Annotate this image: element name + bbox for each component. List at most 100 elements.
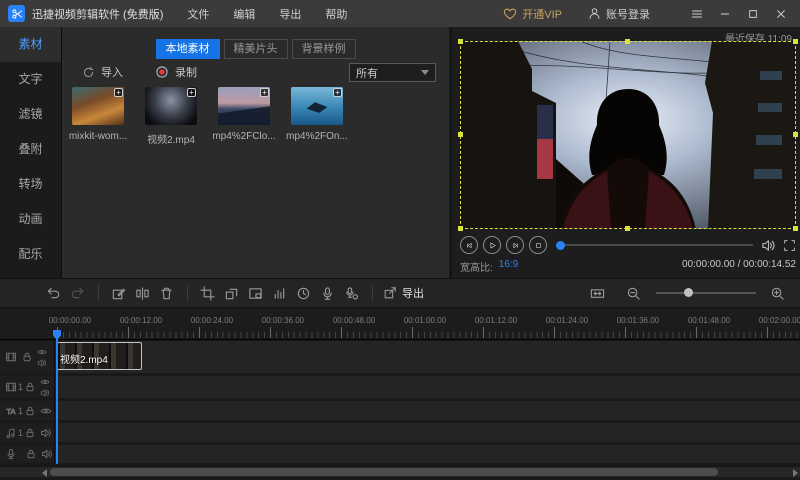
mute-speaker-icon[interactable]	[41, 448, 53, 460]
minimize-button[interactable]	[714, 5, 736, 23]
seek-bar[interactable]	[556, 241, 753, 250]
timeline-scrollbar[interactable]	[0, 466, 800, 477]
record-voice-button[interactable]	[316, 282, 338, 304]
sidebar-item-filter[interactable]: 滤镜	[0, 97, 61, 132]
stop-button[interactable]	[529, 236, 547, 254]
add-to-timeline-icon[interactable]: +	[114, 88, 123, 97]
duration-button[interactable]	[292, 282, 314, 304]
ruler-label: 00:01:00.00	[385, 316, 465, 325]
add-to-timeline-icon[interactable]: +	[187, 88, 196, 97]
window-menu-button[interactable]	[686, 5, 708, 23]
menu-help[interactable]: 帮助	[325, 6, 347, 22]
voice-change-button[interactable]	[340, 282, 362, 304]
resize-handle[interactable]	[458, 39, 463, 44]
timeline-clip[interactable]: 视频2.mp4	[57, 342, 142, 370]
lock-icon[interactable]	[24, 405, 36, 417]
track-music-lane[interactable]	[55, 423, 800, 442]
visibility-eye-icon[interactable]	[40, 377, 50, 387]
aspect-ratio-value[interactable]: 16:9	[499, 259, 518, 274]
resize-handle[interactable]	[793, 226, 798, 231]
sidebar-item-overlay[interactable]: 叠附	[0, 132, 61, 167]
undo-button[interactable]	[42, 282, 64, 304]
levels-button[interactable]	[268, 282, 290, 304]
lock-icon[interactable]	[24, 381, 36, 393]
resize-handle[interactable]	[458, 132, 463, 137]
resize-handle[interactable]	[793, 132, 798, 137]
account-login-button[interactable]: 账号登录	[588, 6, 650, 22]
track-video-lane[interactable]	[55, 341, 800, 373]
lock-icon[interactable]	[24, 427, 36, 439]
ruler-label: 00:00:48.00	[314, 316, 394, 325]
resize-handle[interactable]	[793, 39, 798, 44]
redo-button[interactable]	[66, 282, 88, 304]
resize-handle[interactable]	[625, 226, 630, 231]
track-text-lane[interactable]	[55, 401, 800, 420]
record-button[interactable]: 录制	[155, 64, 197, 80]
sidebar-item-media[interactable]: 素材	[0, 27, 61, 62]
media-thumbnail[interactable]: +	[72, 87, 124, 125]
mute-speaker-icon[interactable]	[37, 358, 47, 368]
add-to-timeline-icon[interactable]: +	[260, 88, 269, 97]
mosaic-button[interactable]	[244, 282, 266, 304]
media-thumbnail[interactable]: +	[145, 87, 197, 125]
tab-local-media[interactable]: 本地素材	[156, 39, 220, 59]
export-button[interactable]: 导出	[383, 285, 424, 301]
delete-button[interactable]	[155, 282, 177, 304]
video-preview[interactable]	[460, 41, 796, 229]
crop-button[interactable]	[196, 282, 218, 304]
sidebar-item-animation[interactable]: 动画	[0, 202, 61, 237]
zoom-slider-knob[interactable]	[684, 288, 693, 297]
media-thumbnail[interactable]: +	[291, 87, 343, 125]
track-overlay-lane[interactable]	[55, 376, 800, 398]
menu-export[interactable]: 导出	[279, 6, 301, 22]
mute-speaker-icon[interactable]	[40, 388, 50, 398]
close-button[interactable]	[770, 5, 792, 23]
sidebar-item-text[interactable]: 文字	[0, 62, 61, 97]
visibility-eye-icon[interactable]	[40, 405, 52, 417]
resize-handle[interactable]	[458, 226, 463, 231]
zoom-slider[interactable]	[656, 292, 756, 294]
media-filter-dropdown[interactable]: 所有	[349, 63, 436, 82]
menu-edit[interactable]: 编辑	[233, 6, 255, 22]
timeline-ruler[interactable]: 00:00:00.00 00:00:12.00 00:00:24.00 00:0…	[0, 310, 800, 340]
play-button[interactable]	[483, 236, 501, 254]
media-thumbnail[interactable]: +	[218, 87, 270, 125]
zoom-out-button[interactable]	[622, 282, 644, 304]
seek-handle[interactable]	[556, 241, 565, 250]
edit-clip-button[interactable]	[107, 282, 129, 304]
scroll-right-icon[interactable]	[793, 469, 798, 477]
sidebar-item-music[interactable]: 配乐	[0, 237, 61, 272]
next-frame-button[interactable]	[506, 236, 524, 254]
open-vip-button[interactable]: 开通VIP	[503, 6, 562, 22]
track-voice-lane[interactable]	[55, 445, 800, 463]
mute-speaker-icon[interactable]	[40, 427, 52, 439]
split-button[interactable]	[131, 282, 153, 304]
media-item[interactable]: + mixkit-wom...	[72, 87, 124, 146]
resize-handle[interactable]	[625, 39, 630, 44]
left-sidebar: 素材 文字 滤镜 叠附 转场 动画 配乐	[0, 27, 62, 278]
lock-icon[interactable]	[25, 448, 37, 460]
scale-button[interactable]	[220, 282, 242, 304]
scrollbar-thumb[interactable]	[50, 468, 718, 476]
media-item[interactable]: + 视频2.mp4	[145, 87, 197, 146]
add-to-timeline-icon[interactable]: +	[333, 88, 342, 97]
sidebar-item-transition[interactable]: 转场	[0, 167, 61, 202]
zoom-in-button[interactable]	[766, 282, 788, 304]
edit-icon	[111, 286, 126, 301]
fullscreen-icon[interactable]	[783, 239, 796, 252]
tab-background-samples[interactable]: 背景样例	[292, 39, 356, 59]
tab-intro-templates[interactable]: 精美片头	[224, 39, 288, 59]
import-button[interactable]: 导入	[82, 64, 123, 80]
lock-icon[interactable]	[21, 351, 33, 363]
visibility-eye-icon[interactable]	[37, 347, 47, 357]
maximize-button[interactable]	[742, 5, 764, 23]
menu-file[interactable]: 文件	[187, 6, 209, 22]
import-label: 导入	[101, 64, 123, 80]
seek-track[interactable]	[565, 244, 753, 246]
media-item[interactable]: + mp4%2FClo...	[218, 87, 270, 146]
scroll-left-icon[interactable]	[42, 469, 47, 477]
media-item[interactable]: + mp4%2FOn...	[291, 87, 343, 146]
fit-timeline-button[interactable]	[586, 282, 608, 304]
volume-icon[interactable]	[761, 238, 776, 253]
prev-frame-button[interactable]	[460, 236, 478, 254]
